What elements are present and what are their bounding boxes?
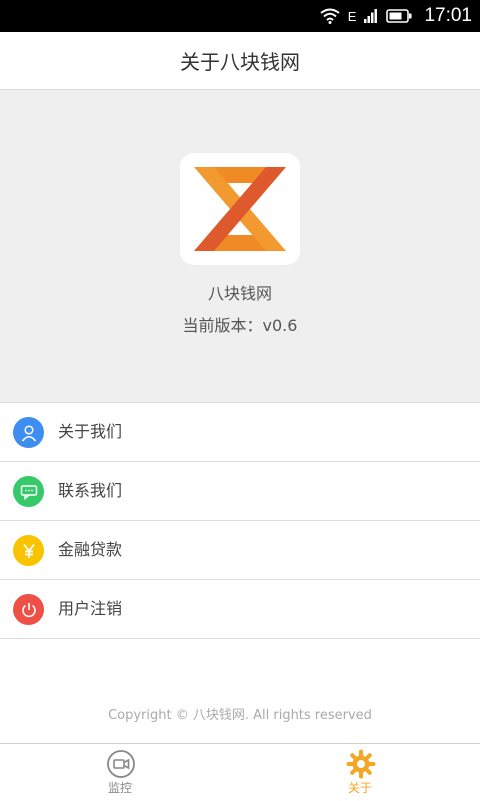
page-title: 关于八块钱网 [180,50,300,74]
app-version: 当前版本：v0.6 [182,316,298,335]
bottom-tab-bar: 监控 关于 [0,743,480,801]
logo-x-icon [194,167,286,251]
status-icons: E 17:01 [320,0,472,32]
camera-icon [107,750,135,778]
yen-icon [13,535,44,566]
tab-monitor[interactable]: 监控 [60,744,180,801]
menu-item-logout[interactable]: 用户注销 [0,580,480,639]
chat-icon [13,476,44,507]
gear-icon [346,749,376,779]
copyright-text: Copyright © 八块钱网. All rights reserved [108,708,372,723]
wifi-icon [320,8,340,24]
menu-item-about-us[interactable]: 关于我们 [0,403,480,462]
app-logo [180,153,300,265]
title-bar: 关于八块钱网 [0,32,480,90]
tab-about[interactable]: 关于 [300,744,420,801]
tab-label: 监控 [107,781,132,795]
battery-icon [386,9,412,23]
tab-label: 关于 [347,781,372,795]
status-bar: E 17:01 [0,0,480,32]
menu-item-label: 联系我们 [58,481,123,500]
power-icon [13,594,44,625]
settings-menu: 关于我们 联系我们 金融贷款 用户注销 [0,403,480,639]
app-info-section: 八块钱网 当前版本：v0.6 [0,90,480,403]
menu-item-label: 关于我们 [58,422,123,441]
signal-icon [364,9,378,23]
menu-item-contact-us[interactable]: 联系我们 [0,462,480,521]
app-name: 八块钱网 [207,284,272,303]
menu-item-label: 用户注销 [58,599,123,618]
clock: 17:01 [424,5,472,26]
network-type: E [347,8,357,24]
user-icon [13,417,44,448]
menu-item-label: 金融贷款 [58,540,123,559]
menu-item-financial-loan[interactable]: 金融贷款 [0,521,480,580]
